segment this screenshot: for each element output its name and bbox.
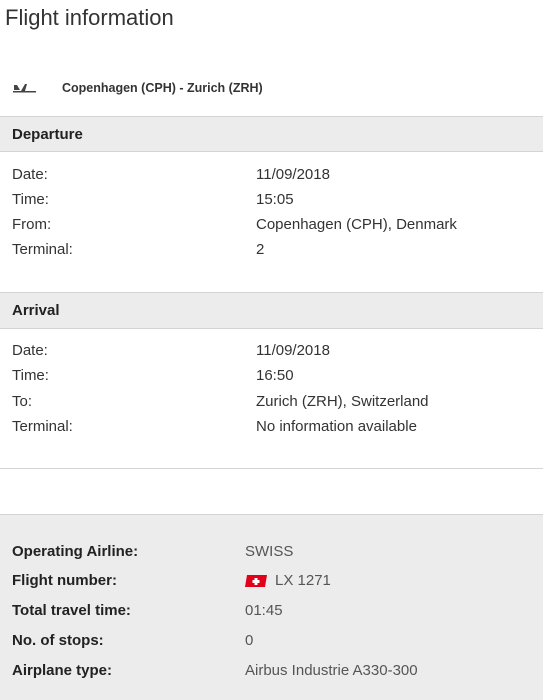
arrival-time-label: Time: [12, 367, 49, 384]
arrival-time-row: Time: 16:50 [0, 367, 543, 391]
arrival-to-row: To: Zurich (ZRH), Switzerland [0, 393, 543, 417]
arrival-time-value: 16:50 [256, 367, 294, 384]
airline-row: Operating Airline: SWISS [0, 543, 543, 569]
section-divider [0, 468, 543, 469]
swiss-flag-icon [245, 574, 267, 587]
arrival-terminal-row: Terminal: No information available [0, 418, 543, 442]
departure-time-label: Time: [12, 191, 49, 208]
flight-number-value: LX 1271 [275, 572, 331, 589]
arrival-date-label: Date: [12, 342, 48, 359]
travel-time-label: Total travel time: [12, 602, 131, 619]
departure-from-value: Copenhagen (CPH), Denmark [256, 216, 457, 233]
stops-row: No. of stops: 0 [0, 632, 543, 658]
departure-terminal-label: Terminal: [12, 241, 73, 258]
route-summary: Copenhagen (CPH) - Zurich (ZRH) [12, 78, 263, 98]
departure-date-value: 11/09/2018 [256, 166, 330, 183]
flight-summary: Operating Airline: SWISS Flight number: … [0, 514, 543, 700]
flight-number-label: Flight number: [12, 572, 117, 589]
arrival-to-value: Zurich (ZRH), Switzerland [256, 393, 429, 410]
departure-time-value: 15:05 [256, 191, 294, 208]
airline-value: SWISS [245, 543, 294, 560]
airplane-type-label: Airplane type: [12, 662, 113, 679]
page-title: Flight information [5, 5, 174, 30]
arrival-terminal-label: Terminal: [12, 418, 73, 435]
departure-from-label: From: [12, 216, 52, 233]
route-label: Copenhagen (CPH) - Zurich (ZRH) [62, 81, 263, 95]
arrival-date-row: Date: 11/09/2018 [0, 342, 543, 366]
departure-header: Departure [0, 116, 543, 152]
arrival-header: Arrival [0, 292, 543, 329]
flight-number-value-wrap: LX 1271 [245, 572, 331, 589]
travel-time-row: Total travel time: 01:45 [0, 602, 543, 628]
departure-from-row: From: Copenhagen (CPH), Denmark [0, 216, 543, 240]
arrival-terminal-value: No information available [256, 418, 417, 435]
stops-value: 0 [245, 632, 254, 649]
stops-label: No. of stops: [12, 632, 104, 649]
airplane-type-row: Airplane type: Airbus Industrie A330-300 [0, 662, 543, 688]
airplane-type-value: Airbus Industrie A330-300 [245, 662, 418, 679]
airline-label: Operating Airline: [12, 543, 139, 560]
flight-number-row: Flight number: LX 1271 [0, 572, 543, 598]
arrival-to-label: To: [12, 393, 33, 410]
departure-terminal-row: Terminal: 2 [0, 241, 543, 265]
airplane-icon [13, 84, 36, 93]
arrival-date-value: 11/09/2018 [256, 342, 330, 359]
departure-time-row: Time: 15:05 [0, 191, 543, 215]
departure-date-row: Date: 11/09/2018 [0, 166, 543, 190]
travel-time-value: 01:45 [245, 602, 283, 619]
departure-terminal-value: 2 [256, 241, 265, 258]
departure-date-label: Date: [12, 166, 48, 183]
